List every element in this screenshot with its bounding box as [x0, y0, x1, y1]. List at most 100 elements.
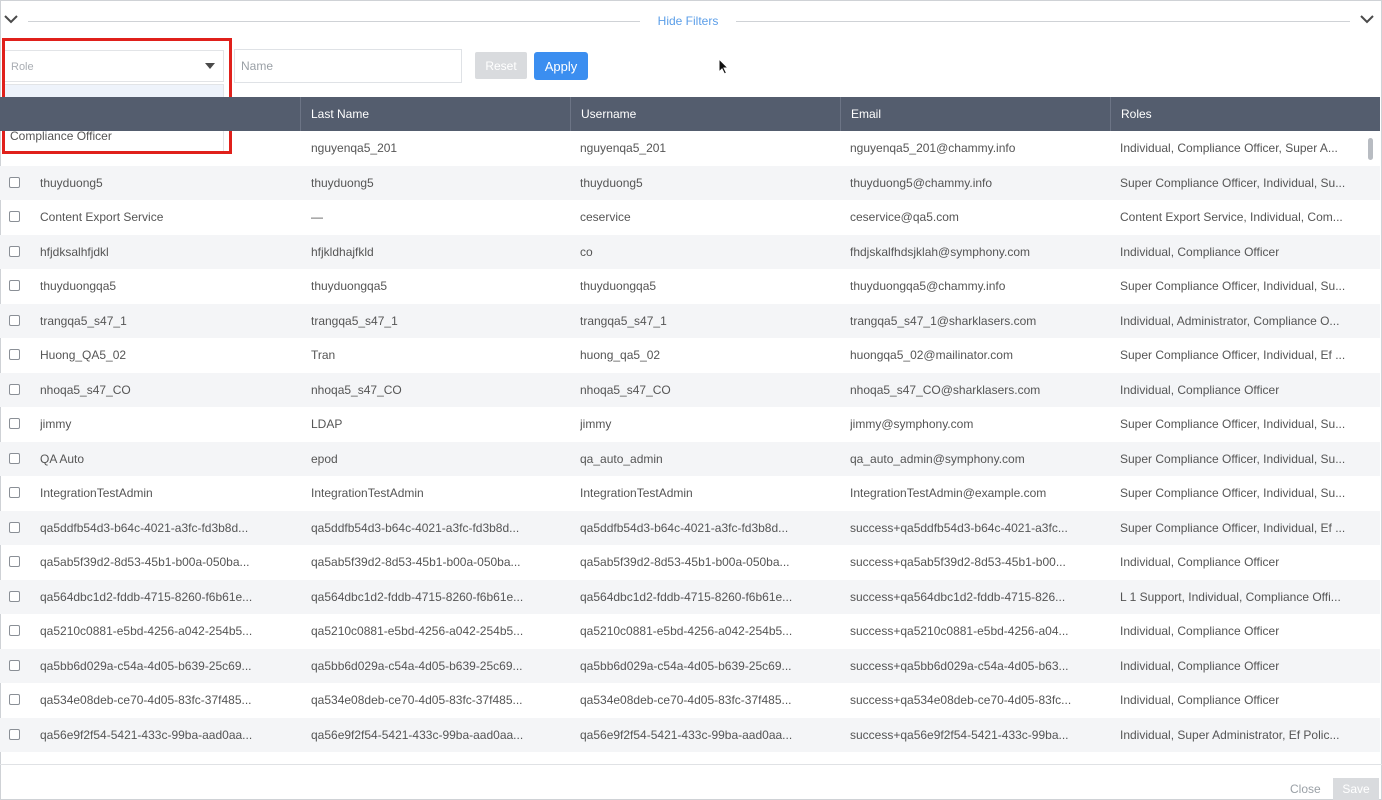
- row-checkbox[interactable]: [9, 280, 20, 291]
- cell-email: success+qa5210c0881-e5bd-4256-a04...: [850, 624, 1069, 638]
- cell-email: IntegrationTestAdmin@example.com: [850, 486, 1047, 500]
- table-row[interactable]: qa56e9f2f54-5421-433c-99ba-aad0aa... qa56…: [0, 717, 1380, 752]
- save-button[interactable]: Save: [1333, 778, 1379, 800]
- row-checkbox[interactable]: [9, 556, 20, 567]
- cell-first-name: qa534e08deb-ce70-4d05-83fc-37f485...: [40, 693, 252, 707]
- table-row[interactable]: nhoqa5_s47_CO nhoqa5_s47_CO nhoqa5_s47_CO n…: [0, 372, 1380, 407]
- row-checkbox[interactable]: [9, 418, 20, 429]
- table-row[interactable]: qa534e08deb-ce70-4d05-83fc-37f485... qa53…: [0, 683, 1380, 718]
- table-row[interactable]: qa5ddfb54d3-b64c-4021-a3fc-fd3b8d... qa5d…: [0, 510, 1380, 545]
- row-checkbox[interactable]: [9, 487, 20, 498]
- apply-button[interactable]: Apply: [534, 52, 588, 80]
- cell-last-name: qa5bb6d029a-c54a-4d05-b639-25c69...: [311, 658, 523, 673]
- cell-username: qa_auto_admin: [580, 451, 663, 466]
- cell-username: thuyduongqa5: [580, 279, 657, 293]
- row-checkbox[interactable]: [9, 659, 20, 671]
- cell-username: qa534e08deb-ce70-4d05-83fc-37f485...: [580, 693, 792, 707]
- column-header-username[interactable]: Username: [570, 97, 840, 131]
- cell-username: co: [580, 244, 593, 259]
- reset-button[interactable]: Reset: [475, 52, 527, 79]
- cell-email: success+qa5ab5f39d2-8d53-45b1-b00...: [850, 555, 1066, 569]
- cell-roles: Super Compliance Officer, Individual, Su…: [1120, 175, 1346, 190]
- cell-roles: Super Compliance Officer, Individual, Su…: [1120, 451, 1346, 466]
- row-checkbox[interactable]: [9, 383, 20, 395]
- cell-username: nguyenqa5_201: [580, 141, 667, 155]
- caret-down-icon[interactable]: [205, 63, 215, 69]
- cell-roles: Super Compliance Officer, Individual, Su…: [1120, 279, 1346, 293]
- column-header-last-name[interactable]: Last Name: [300, 97, 570, 131]
- table-body: nguyenqa5_201 nguyenqa5_201 nguyenqa5_201@…: [0, 131, 1380, 752]
- cell-first-name: Huong_QA5_02: [40, 348, 127, 362]
- cell-username: qa5210c0881-e5bd-4256-a042-254b5...: [580, 624, 793, 638]
- cell-email: trangqa5_s47_1@sharklasers.com: [850, 313, 1037, 328]
- cell-email: qa_auto_admin@symphony.com: [850, 451, 1025, 466]
- role-select[interactable]: Role: [4, 50, 224, 82]
- row-checkbox[interactable]: [9, 211, 20, 222]
- table-row[interactable]: qa564dbc1d2-fddb-4715-8260-f6b61e... qa56…: [0, 579, 1380, 614]
- cell-username: qa5bb6d029a-c54a-4d05-b639-25c69...: [580, 658, 792, 673]
- cell-email: success+qa5ddfb54d3-b64c-4021-a3fc...: [850, 520, 1068, 535]
- column-header-first-name[interactable]: [0, 97, 300, 131]
- cell-last-name: —: [311, 210, 323, 224]
- cell-username: ceservice: [580, 210, 631, 224]
- scrollbar-thumb[interactable]: [1368, 138, 1373, 160]
- row-checkbox[interactable]: [9, 625, 20, 636]
- table-row[interactable]: QA Auto epod qa_auto_admin qa_auto_admin@sy…: [0, 441, 1380, 476]
- table-row[interactable]: hfjdksalhfjdkl hfjkldhajfkld co fhdjskalfhd…: [0, 234, 1380, 269]
- table-row[interactable]: IntegrationTestAdmin IntegrationTestAdmin…: [0, 476, 1380, 511]
- row-checkbox[interactable]: [9, 245, 20, 257]
- cell-last-name: nhoqa5_s47_CO: [311, 382, 402, 397]
- name-filter-input[interactable]: [234, 49, 462, 83]
- cell-roles: Individual, Compliance Officer: [1120, 382, 1280, 397]
- cell-first-name: qa5ddfb54d3-b64c-4021-a3fc-fd3b8d...: [40, 520, 249, 535]
- table-row[interactable]: qa5210c0881-e5bd-4256-a042-254b5... qa521…: [0, 614, 1380, 649]
- column-header-roles[interactable]: Roles: [1110, 97, 1380, 131]
- table-row[interactable]: qa5bb6d029a-c54a-4d05-b639-25c69... qa5bb…: [0, 648, 1380, 683]
- row-checkbox[interactable]: [9, 590, 20, 602]
- cell-username: qa5ddfb54d3-b64c-4021-a3fc-fd3b8d...: [580, 520, 789, 535]
- cell-email: ceservice@qa5.com: [850, 210, 959, 224]
- row-checkbox[interactable]: [9, 176, 20, 188]
- cell-last-name: LDAP: [311, 417, 343, 431]
- row-checkbox[interactable]: [9, 521, 20, 533]
- table-row[interactable]: thuyduongqa5 thuyduongqa5 thuyduongqa5 thuy…: [0, 269, 1380, 304]
- table-row[interactable]: Content Export Service — ceservice ceservic…: [0, 200, 1380, 235]
- row-checkbox[interactable]: [9, 314, 20, 326]
- table-row[interactable]: nguyenqa5_201 nguyenqa5_201 nguyenqa5_201@…: [0, 131, 1380, 166]
- filter-header: Hide Filters: [0, 8, 1382, 36]
- cell-last-name: nguyenqa5_201: [311, 141, 398, 155]
- table-row[interactable]: Huong_QA5_02 Tran huong_qa5_02 huongqa5_02@…: [0, 338, 1380, 373]
- table-row[interactable]: jimmy LDAP jimmy jimmy@symphony.com Super Co…: [0, 407, 1380, 442]
- row-checkbox[interactable]: [9, 728, 20, 740]
- cell-first-name: thuyduong5: [40, 175, 103, 190]
- cell-first-name: trangqa5_s47_1: [40, 313, 127, 328]
- cell-last-name: IntegrationTestAdmin: [311, 486, 424, 500]
- cell-last-name: thuyduongqa5: [311, 279, 388, 293]
- row-checkbox[interactable]: [9, 694, 20, 705]
- cell-username: nhoqa5_s47_CO: [580, 382, 671, 397]
- hide-filters-link[interactable]: Hide Filters: [644, 14, 732, 28]
- cell-roles: Super Compliance Officer, Individual, Su…: [1120, 417, 1346, 431]
- close-button[interactable]: Close: [1290, 782, 1321, 796]
- table-row[interactable]: trangqa5_s47_1 trangqa5_s47_1 trangqa5_s47…: [0, 303, 1380, 338]
- cell-username: qa5ab5f39d2-8d53-45b1-b00a-050ba...: [580, 555, 790, 569]
- cell-last-name: Tran: [311, 348, 336, 362]
- row-checkbox[interactable]: [9, 452, 20, 464]
- cell-roles: L 1 Support, Individual, Compliance Offi…: [1120, 589, 1341, 604]
- table-row[interactable]: thuyduong5 thuyduong5 thuyduong5 thuyduong5…: [0, 165, 1380, 200]
- row-checkbox[interactable]: [9, 349, 20, 360]
- cell-last-name: hfjkldhajfkld: [311, 244, 374, 259]
- cell-roles: Individual, Compliance Officer: [1120, 658, 1280, 673]
- cell-roles: Content Export Service, Individual, Com.…: [1120, 210, 1343, 224]
- cell-username: IntegrationTestAdmin: [580, 486, 693, 500]
- column-header-email[interactable]: Email: [840, 97, 1110, 131]
- cell-first-name: IntegrationTestAdmin: [40, 486, 153, 500]
- cell-first-name: jimmy: [40, 417, 72, 431]
- cell-last-name: epod: [311, 451, 338, 466]
- table-row[interactable]: qa5ab5f39d2-8d53-45b1-b00a-050ba... qa5ab…: [0, 545, 1380, 580]
- chevron-down-icon[interactable]: [4, 12, 20, 26]
- cell-roles: Super Compliance Officer, Individual, Ef…: [1120, 348, 1346, 362]
- chevron-down-icon[interactable]: [1360, 12, 1376, 26]
- cell-email: nguyenqa5_201@chammy.info: [850, 141, 1016, 155]
- cell-email: thuyduongqa5@chammy.info: [850, 279, 1006, 293]
